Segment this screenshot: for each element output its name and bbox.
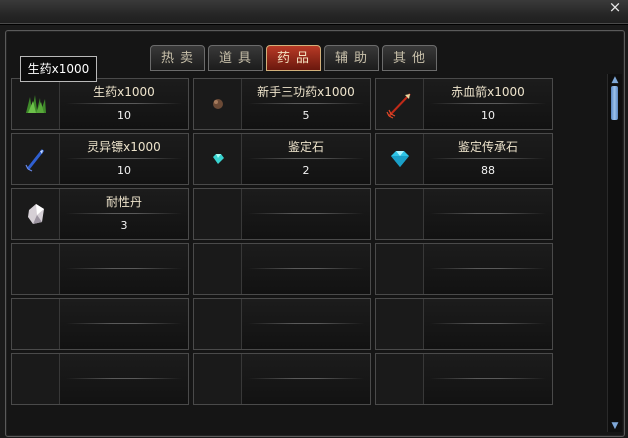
gem-icon <box>390 151 409 167</box>
item-name: 鉴定石 <box>287 140 324 154</box>
scroll-down-icon[interactable]: ▼ <box>609 421 621 431</box>
window-titlebar: × <box>0 0 628 25</box>
small-gem-icon <box>212 154 224 164</box>
item-slot[interactable]: 赤血箭x1000 10 <box>375 78 553 130</box>
herb-icon <box>25 95 46 113</box>
red-arrow-icon <box>385 93 411 119</box>
scrollbar-thumb[interactable] <box>611 86 618 120</box>
scrollbar[interactable]: ▲ ▼ <box>607 74 622 432</box>
empty-slot[interactable] <box>11 353 189 405</box>
item-slot[interactable]: 灵异镖x1000 10 <box>11 133 189 185</box>
empty-slot[interactable] <box>375 243 553 295</box>
item-grid: 生药x1000 10 新手三功药x1000 5 赤血箭x1000 10 灵异镖x… <box>11 78 553 433</box>
item-slot[interactable]: 耐性丹 3 <box>11 188 189 240</box>
dart-icon <box>24 149 44 172</box>
scroll-up-icon[interactable]: ▲ <box>609 75 621 85</box>
empty-slot[interactable] <box>193 353 371 405</box>
item-quantity: 3 <box>120 219 128 232</box>
item-quantity: 88 <box>481 164 495 177</box>
crystal-icon <box>27 204 44 224</box>
empty-slot[interactable] <box>11 243 189 295</box>
tab-items[interactable]: 道具 <box>208 45 263 71</box>
item-name: 鉴定传承石 <box>457 140 518 154</box>
item-name: 赤血箭x1000 <box>451 85 525 99</box>
empty-slot[interactable] <box>193 243 371 295</box>
item-name: 新手三功药x1000 <box>257 85 355 99</box>
empty-slot[interactable] <box>375 298 553 350</box>
item-quantity: 10 <box>117 164 131 177</box>
close-button[interactable]: × <box>604 0 626 16</box>
category-tabs: 热卖 道具 药品 辅助 其他 <box>150 45 437 73</box>
item-name: 耐性丹 <box>105 195 142 209</box>
empty-slot[interactable] <box>375 353 553 405</box>
empty-slot[interactable] <box>11 298 189 350</box>
tab-other[interactable]: 其他 <box>382 45 437 71</box>
item-slot[interactable]: 鉴定传承石 88 <box>375 133 553 185</box>
item-slot[interactable]: 生药x1000 10 <box>11 78 189 130</box>
item-quantity: 10 <box>481 109 495 122</box>
item-slot[interactable]: 新手三功药x1000 5 <box>193 78 371 130</box>
item-name: 生药x1000 <box>93 85 155 99</box>
empty-slot[interactable] <box>193 188 371 240</box>
tab-support[interactable]: 辅助 <box>324 45 379 71</box>
empty-slot[interactable] <box>193 298 371 350</box>
item-quantity: 2 <box>302 164 310 177</box>
item-quantity: 5 <box>302 109 310 122</box>
item-slot[interactable]: 鉴定石 2 <box>193 133 371 185</box>
item-name: 灵异镖x1000 <box>87 140 161 154</box>
tab-medicine[interactable]: 药品 <box>266 45 321 71</box>
item-quantity: 10 <box>117 109 131 122</box>
pill-icon <box>212 99 223 109</box>
item-tooltip: 生药x1000 <box>20 56 97 82</box>
tab-hot[interactable]: 热卖 <box>150 45 205 71</box>
empty-slot[interactable] <box>375 188 553 240</box>
